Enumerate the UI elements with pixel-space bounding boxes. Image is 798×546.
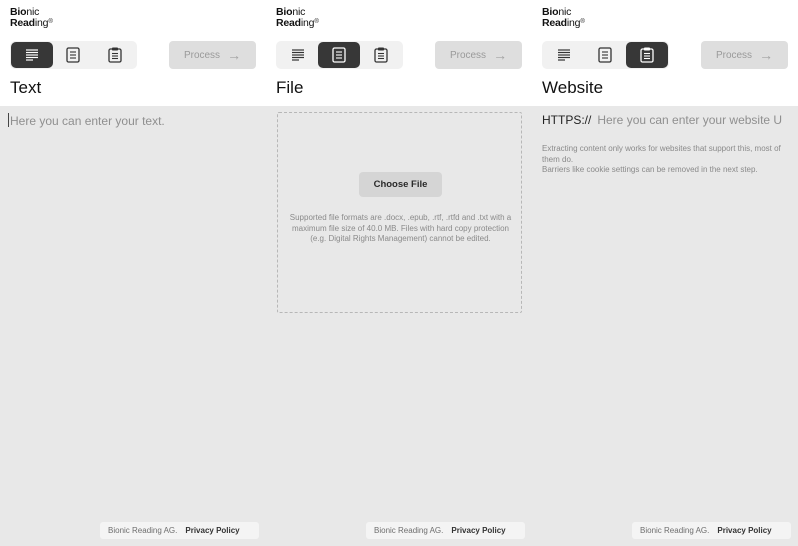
process-label: Process xyxy=(715,49,753,61)
arrow-right-icon: → xyxy=(227,47,242,63)
text-mode-button[interactable] xyxy=(543,42,585,68)
mode-selector xyxy=(542,41,669,69)
text-input-area[interactable]: Here you can enter your text. xyxy=(0,106,266,546)
url-prefix: HTTPS:// xyxy=(542,113,592,127)
document-icon xyxy=(598,47,612,63)
website-body: HTTPS:// Here you can enter your website … xyxy=(532,106,798,546)
text-lines-icon xyxy=(558,49,570,61)
web-page-icon xyxy=(374,47,388,63)
process-button[interactable]: Process → xyxy=(701,41,788,69)
document-icon xyxy=(66,47,80,63)
text-input[interactable]: Here you can enter your text. xyxy=(8,113,165,128)
process-label: Process xyxy=(449,49,487,61)
choose-file-button[interactable]: Choose File xyxy=(359,172,442,197)
file-mode-button[interactable] xyxy=(318,42,360,68)
document-icon xyxy=(332,47,346,63)
arrow-right-icon: → xyxy=(493,47,508,63)
website-mode-panel: Bionic Reading® Process → Website HTTPS:… xyxy=(532,0,798,546)
file-mode-panel: Bionic Reading® Process → File Choose Fi… xyxy=(266,0,532,546)
text-mode-button[interactable] xyxy=(277,42,319,68)
web-page-icon xyxy=(108,47,122,63)
text-caret xyxy=(8,113,9,127)
file-body: Choose File Supported file formats are .… xyxy=(266,106,532,546)
process-button[interactable]: Process → xyxy=(435,41,522,69)
website-mode-button[interactable] xyxy=(360,42,402,68)
bionic-reading-logo[interactable]: Bionic Reading® xyxy=(276,7,319,29)
text-lines-icon xyxy=(26,49,38,61)
company-name: Bionic Reading AG. xyxy=(640,526,710,535)
privacy-policy-link[interactable]: Privacy Policy xyxy=(451,526,505,535)
url-placeholder: Here you can enter your website U xyxy=(597,113,783,127)
page-title: File xyxy=(276,78,304,97)
privacy-policy-link[interactable]: Privacy Policy xyxy=(185,526,239,535)
url-input[interactable]: HTTPS:// Here you can enter your website … xyxy=(542,113,798,127)
note-line-2: Barriers like cookie settings can be rem… xyxy=(542,165,758,174)
web-page-icon xyxy=(640,47,654,63)
bionic-reading-logo[interactable]: Bionic Reading® xyxy=(10,7,53,29)
text-placeholder: Here you can enter your text. xyxy=(10,114,165,128)
text-mode-button[interactable] xyxy=(11,42,53,68)
mode-selector xyxy=(10,41,137,69)
supported-formats-text: Supported file formats are .docx, .epub,… xyxy=(289,213,512,243)
website-mode-button[interactable] xyxy=(94,42,136,68)
mode-selector xyxy=(276,41,403,69)
text-lines-icon xyxy=(292,49,304,61)
page-title: Text xyxy=(10,78,42,97)
process-button[interactable]: Process → xyxy=(169,41,256,69)
footer: Bionic Reading AG. Privacy Policy xyxy=(366,522,525,539)
file-mode-button[interactable] xyxy=(52,42,94,68)
company-name: Bionic Reading AG. xyxy=(108,526,178,535)
process-label: Process xyxy=(183,49,221,61)
header: Bionic Reading® xyxy=(266,0,532,106)
text-mode-panel: Bionic Reading® Process → Text Here you … xyxy=(0,0,266,546)
header: Bionic Reading® xyxy=(532,0,798,106)
header: Bionic Reading® xyxy=(0,0,266,106)
privacy-policy-link[interactable]: Privacy Policy xyxy=(717,526,771,535)
footer: Bionic Reading AG. Privacy Policy xyxy=(632,522,791,539)
bionic-reading-logo[interactable]: Bionic Reading® xyxy=(542,7,585,29)
file-mode-button[interactable] xyxy=(584,42,626,68)
note-line-1: Extracting content only works for websit… xyxy=(542,144,781,164)
arrow-right-icon: → xyxy=(759,47,774,63)
page-title: Website xyxy=(542,78,604,97)
extraction-note: Extracting content only works for websit… xyxy=(542,144,792,176)
company-name: Bionic Reading AG. xyxy=(374,526,444,535)
website-mode-button[interactable] xyxy=(626,42,668,68)
file-drop-zone[interactable]: Choose File Supported file formats are .… xyxy=(277,112,522,313)
footer: Bionic Reading AG. Privacy Policy xyxy=(100,522,259,539)
